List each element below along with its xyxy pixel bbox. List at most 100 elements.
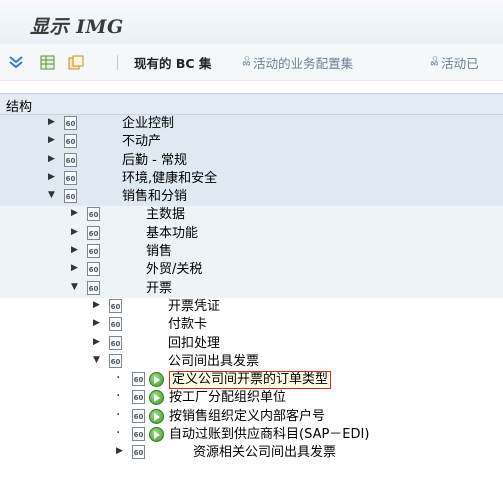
tree-node[interactable]: · 60 按工厂分配组织单位 [0,388,503,408]
bullet-icon: · [116,425,121,442]
tree-node[interactable]: ▶ 60 后勤 - 常规 [0,151,503,170]
bc-set-doc-icon[interactable]: 60 [132,427,145,442]
bc-set-doc-icon[interactable]: 60 [87,244,100,259]
tree-node-label[interactable]: 公司间出具发票 [168,354,259,370]
bc-set-doc-icon[interactable]: 60 [87,207,100,222]
bc-set-doc-icon[interactable]: 60 [64,116,77,130]
tree-node-label-selected[interactable]: 定义公司间开票的订单类型 [169,371,332,390]
tree-node[interactable]: ▶ 60 不动产 [0,133,503,152]
bc-set-doc-icon[interactable]: 60 [64,189,77,204]
bullet-icon: · [116,406,121,423]
collapse-arrow-icon[interactable]: ▼ [93,355,100,365]
active-bc-sets-label-2: 活动已 [441,55,479,71]
tree-node-label[interactable]: 按工厂分配组织单位 [169,390,286,406]
tree-node[interactable]: ▶ 60 外贸/关税 [0,261,503,280]
bc-set-doc-icon[interactable]: 60 [64,170,77,185]
img-tree[interactable]: ▶ 60 企业控制 ▶ 60 不动产 ▶ 60 后勤 - 常规 ▶ 60 环境,健康和安全 ▼ 60 销售和… [0,115,503,463]
bc-set-doc-icon[interactable]: 60 [87,225,100,240]
tree-node[interactable]: · 60 按销售组织定义内部客户号 [0,406,503,427]
tree-node[interactable]: · 60 自动过账到供应商科目(SAP－EDI) [0,425,503,445]
save-variant-button[interactable] [40,54,55,70]
bc-set-doc-icon[interactable]: 60 [87,262,100,277]
tree-node-label[interactable]: 按销售组织定义内部客户号 [169,409,325,425]
where-used-button[interactable] [68,54,84,70]
bc-set-doc-icon[interactable]: 60 [132,372,145,387]
tree-node[interactable]: ▼ 60 销售和分销 [0,188,503,207]
expand-arrow-icon[interactable]: ▶ [93,300,100,310]
tree-node[interactable]: ▶ 60 销售 [0,243,503,262]
tree-node-label[interactable]: 基本功能 [146,226,198,242]
tree-node-label[interactable]: 企业控制 [122,116,174,132]
existing-bc-sets-button[interactable]: 现有的 BC 集 [134,54,212,71]
bc-set-doc-icon[interactable]: 60 [132,390,145,405]
tree-node[interactable]: ▶ 60 主数据 [0,206,503,225]
tree-node-label[interactable]: 开票 [146,281,172,297]
expand-arrow-icon[interactable]: ▶ [48,154,55,164]
window-title: 显示 IMG [30,16,124,38]
tree-node-label[interactable]: 开票凭证 [168,299,220,315]
tree-header-label: 结构 [6,100,33,115]
expand-arrow-icon[interactable]: ▶ [48,117,55,127]
expand-arrow-icon[interactable]: ▶ [93,337,100,347]
expand-arrow-icon[interactable]: ▶ [116,446,123,456]
tree-node[interactable]: ▼ 60 开票 [0,279,503,298]
expand-all-button[interactable] [8,54,24,70]
tree-node[interactable]: ▶ 60 环境,健康和安全 [0,169,503,189]
tree-node-label[interactable]: 资源相关公司间出具发票 [193,445,336,461]
bc-set-doc-icon[interactable]: 60 [64,134,77,149]
tree-node-label[interactable]: 后勤 - 常规 [122,153,187,169]
tree-node[interactable]: ▶ 60 企业控制 [0,115,503,134]
expand-arrow-icon[interactable]: ▶ [93,318,100,328]
bullet-icon: · [116,388,121,405]
bc-set-doc-icon[interactable]: 60 [64,152,77,167]
tree-node-label[interactable]: 主数据 [146,207,185,223]
bc-set-doc-icon[interactable]: 60 [132,445,145,460]
collapse-arrow-icon[interactable]: ▼ [48,190,55,200]
tree-node[interactable]: ▶ 60 回扣处理 [0,334,503,353]
expand-arrow-icon[interactable]: ▶ [71,227,78,237]
tree-node[interactable]: ▶ 60 基本功能 [0,224,503,244]
tree-node-label[interactable]: 自动过账到供应商科目(SAP－EDI) [169,427,369,443]
execute-activity-icon[interactable] [149,372,164,388]
glasses-icon: ྎ [244,52,251,66]
active-bc-sets-button-2[interactable]: ྎ 活动已 [432,53,479,71]
double-chevron-down-icon [9,56,23,69]
tree-node[interactable]: ▼ 60 公司间出具发票 [0,352,503,372]
tree-node-label[interactable]: 外贸/关税 [146,262,202,278]
expand-arrow-icon[interactable]: ▶ [48,135,55,145]
tree-node-label[interactable]: 环境,健康和安全 [122,171,217,187]
bc-set-doc-icon[interactable]: 60 [109,353,122,368]
tree-node-label[interactable]: 销售 [146,244,172,260]
toolbar-separator [117,55,118,70]
tree-node[interactable]: ▶ 60 开票凭证 [0,297,503,317]
tree-header: 结构 [0,93,503,115]
expand-arrow-icon[interactable]: ▶ [71,208,78,218]
tree-node-label[interactable]: 回扣处理 [168,336,220,352]
expand-arrow-icon[interactable]: ▶ [71,245,78,255]
tree-node-label[interactable]: 付款卡 [168,317,207,333]
toolbar: 现有的 BC 集 ྎ 活动的业务配置集 ྎ 活动已 [0,44,503,81]
tree-node[interactable]: ▶ 60 资源相关公司间出具发票 [0,444,503,463]
table-save-icon [40,55,55,69]
bc-set-doc-icon[interactable]: 60 [87,280,100,295]
bc-set-doc-icon[interactable]: 60 [109,317,122,332]
tree-node-label[interactable]: 不动产 [122,134,161,150]
collapse-arrow-icon[interactable]: ▼ [71,282,78,292]
tree-node[interactable]: · 60 定义公司间开票的订单类型 [0,370,503,390]
expand-arrow-icon[interactable]: ▶ [48,172,55,182]
document-copy-icon [68,55,84,69]
bc-set-doc-icon[interactable]: 60 [132,408,145,423]
active-bc-sets-label: 活动的业务配置集 [253,55,354,71]
tree-node-label[interactable]: 销售和分销 [122,189,187,205]
execute-activity-icon[interactable] [149,408,164,424]
glasses-icon-2: ྎ [432,52,439,66]
tree-node[interactable]: ▶ 60 付款卡 [0,316,503,335]
bc-set-doc-icon[interactable]: 60 [109,298,122,313]
title-bar: 显示 IMG [0,0,503,45]
existing-bc-sets-label: 现有的 BC 集 [134,55,212,71]
expand-arrow-icon[interactable]: ▶ [71,263,78,273]
bc-set-doc-icon[interactable]: 60 [109,335,122,350]
active-bc-sets-button[interactable]: ྎ 活动的业务配置集 [244,53,354,71]
execute-activity-icon[interactable] [149,390,164,406]
execute-activity-icon[interactable] [149,427,164,443]
